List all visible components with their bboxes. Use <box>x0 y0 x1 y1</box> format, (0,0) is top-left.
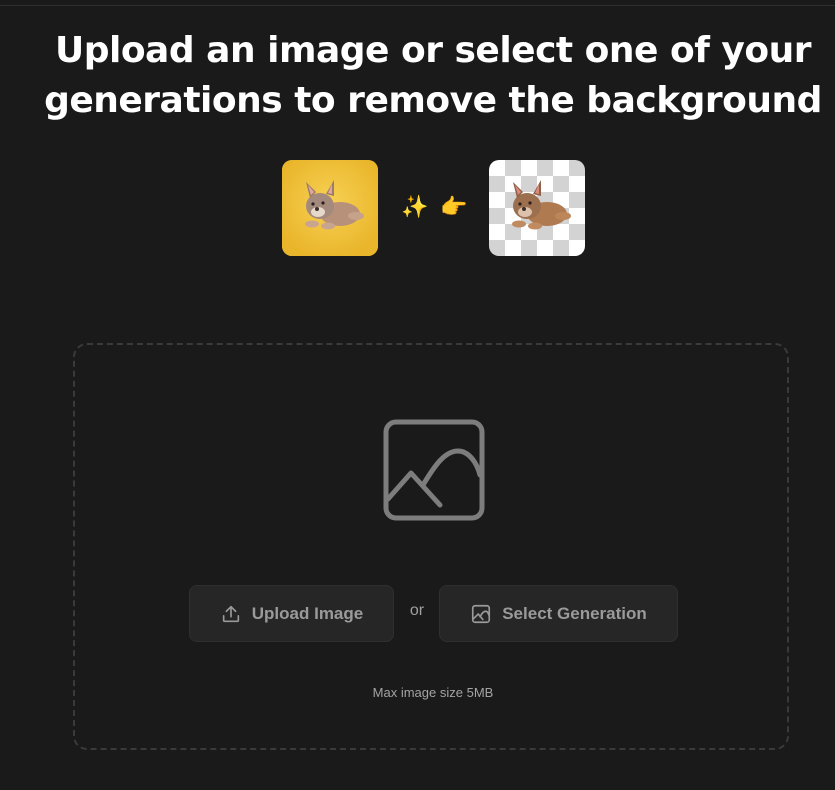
image-placeholder-icon <box>383 419 485 521</box>
top-divider <box>0 5 835 6</box>
max-size-hint: Max image size 5MB <box>372 685 494 700</box>
pointing-right-icon: 👉 <box>440 195 468 220</box>
sparkles-icon: ✨ <box>401 195 429 220</box>
image-icon <box>472 604 491 623</box>
upload-icon <box>222 605 239 622</box>
after-example-image <box>489 160 585 256</box>
upload-image-label: Upload Image <box>251 603 364 623</box>
dog-cutout-icon <box>512 180 571 230</box>
page-title: Upload an image or select one of your ge… <box>44 30 822 121</box>
before-example-image <box>282 160 378 256</box>
dog-photo-icon <box>282 160 378 256</box>
select-generation-label: Select Generation <box>502 603 647 623</box>
select-generation-button[interactable]: Select Generation <box>439 585 678 642</box>
upload-image-button[interactable]: Upload Image <box>189 585 394 642</box>
or-separator: or <box>409 602 425 619</box>
